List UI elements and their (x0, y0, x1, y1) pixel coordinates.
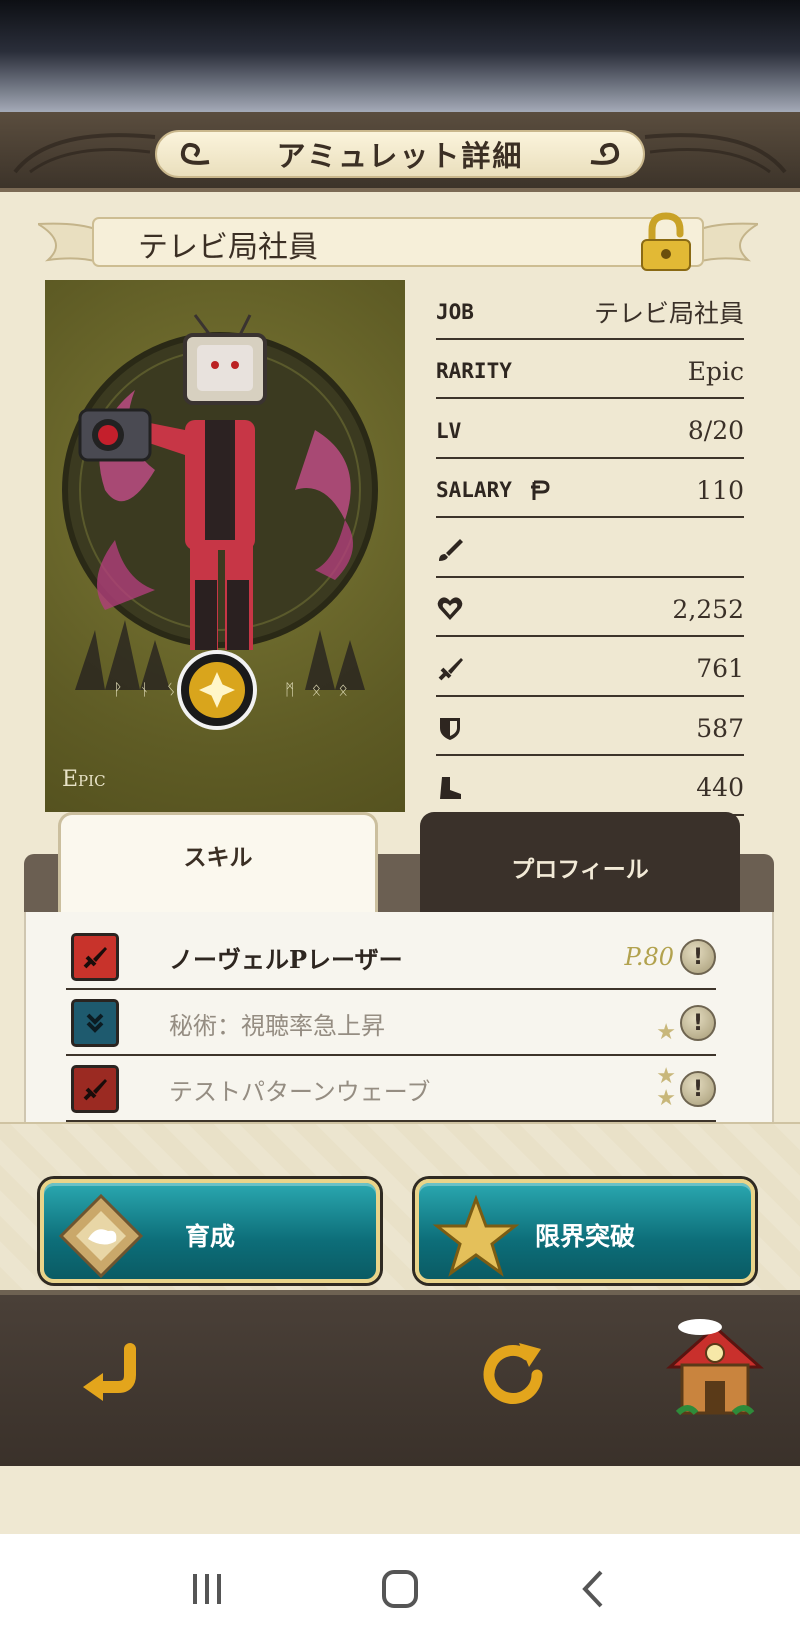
train-button[interactable]: 育成 (40, 1179, 380, 1283)
rarity-label: Epic (62, 767, 106, 792)
home-icon[interactable] (660, 1315, 770, 1425)
limit-break-label: 限界突破 (534, 1222, 635, 1251)
star-rating: ★ (656, 1022, 676, 1044)
sword-skill-icon (71, 1065, 119, 1113)
back-arrow-icon[interactable] (75, 1335, 155, 1415)
stat-value: テレビ局社員 (593, 298, 744, 328)
skill-name: テストパターンウェーブ (169, 1077, 431, 1106)
recent-apps-icon[interactable] (177, 1564, 237, 1614)
curl-ornament-right (590, 142, 620, 165)
stat-row-rarity: RARITY Epic (436, 340, 744, 399)
action-area: 育成 限界突破 (0, 1122, 800, 1292)
stat-label: JOB (436, 299, 474, 324)
train-label: 育成 (184, 1222, 235, 1251)
star-icon: ★ (656, 1020, 676, 1045)
stat-label: LV (436, 418, 462, 443)
curl-ornament-left (180, 142, 210, 165)
amulet-portrait: ᚹ ᚾ ᛊ ᛗ ᛟ ᛟ Epic (45, 280, 405, 812)
stat-label: RARITY (436, 359, 512, 384)
stat-value: 8/20 (687, 416, 744, 446)
stat-row-brush (436, 518, 744, 578)
amulet-name: テレビ局社員 (138, 230, 318, 265)
star-icon: ★ (656, 1086, 676, 1111)
stat-row-level: LV 8/20 (436, 399, 744, 459)
skill-name: 秘術：視聴率急上昇 (169, 1011, 385, 1040)
stats-list: JOB テレビ局社員 RARITY Epic LV 8/20 SALARY 11… (436, 280, 744, 816)
info-icon[interactable]: ! (680, 939, 716, 975)
stat-row-attack: 761 (436, 637, 744, 697)
stat-row-speed: 440 (436, 756, 744, 816)
boot-icon (440, 776, 461, 799)
header-ornament-right (644, 133, 787, 174)
stat-value: 587 (696, 713, 744, 743)
bottom-nav-bar (0, 1290, 800, 1466)
rune-inscription-right: ᛗ ᛟ ᛟ (285, 680, 354, 699)
stat-row-salary: SALARY 110 (436, 459, 744, 518)
rune-inscription-left: ᚹ ᚾ ᛊ (113, 680, 182, 699)
coin-icon (530, 480, 550, 501)
limit-break-button[interactable]: 限界突破 (415, 1179, 755, 1283)
stat-value: 440 (696, 773, 744, 803)
name-banner: テレビ局社員 (34, 212, 762, 271)
stat-value: 761 (696, 654, 744, 684)
refresh-icon[interactable] (475, 1335, 555, 1415)
info-icon[interactable]: ! (680, 1071, 716, 1107)
skill-cost: P.80 (624, 943, 674, 971)
home-button-icon[interactable] (370, 1564, 430, 1614)
heart-icon (437, 597, 463, 621)
character-illustration (62, 314, 378, 730)
header-ornament-left (13, 133, 156, 174)
status-bar-area (0, 0, 800, 115)
header: アミュレット詳細 (0, 112, 800, 192)
system-nav-bar (0, 1534, 800, 1644)
amulet-detail-screen: アミュレット詳細 テレビ局社員 ᚹ ᚾ ᛊ ᛗ ᛟ ᛟ Epic JOB テレビ… (0, 112, 800, 1534)
stat-value: 110 (696, 475, 744, 505)
brush-icon (439, 538, 463, 561)
stat-row-hp: 2,252 (436, 578, 744, 637)
title-plate: アミュレット詳細 (155, 130, 645, 178)
page-title: アミュレット詳細 (276, 139, 524, 173)
tab-profile[interactable]: プロフィール (420, 812, 740, 914)
tabs-section: プロフィール スキル ノーヴェルPレーザー P.80 ! 秘術：視聴率急上昇 ★… (24, 812, 774, 1158)
back-icon[interactable] (563, 1564, 623, 1614)
stat-row-defense: 587 (436, 697, 744, 756)
skill-name: ノーヴェルPレーザー (169, 944, 403, 974)
skill-row[interactable]: テストパターンウェーブ ★ ★ ! (66, 1058, 716, 1122)
stat-value: Epic (687, 356, 744, 386)
stat-row-job: JOB テレビ局社員 (436, 280, 744, 340)
tab-skill[interactable]: スキル (58, 812, 378, 914)
shield-icon (440, 718, 460, 741)
stat-label: SALARY (436, 478, 512, 503)
chevron-skill-icon (71, 999, 119, 1047)
star-icon: ★ (656, 1064, 676, 1089)
unlock-icon[interactable] (638, 212, 708, 274)
stat-value: 2,252 (672, 594, 744, 624)
star-rating: ★ ★ (656, 1066, 676, 1110)
skill-row[interactable]: ノーヴェルPレーザー P.80 ! (66, 926, 716, 990)
info-icon[interactable]: ! (680, 1005, 716, 1041)
sword-skill-icon (71, 933, 119, 981)
skill-row[interactable]: 秘術：視聴率急上昇 ★ ! (66, 992, 716, 1056)
sword-icon (438, 657, 463, 681)
